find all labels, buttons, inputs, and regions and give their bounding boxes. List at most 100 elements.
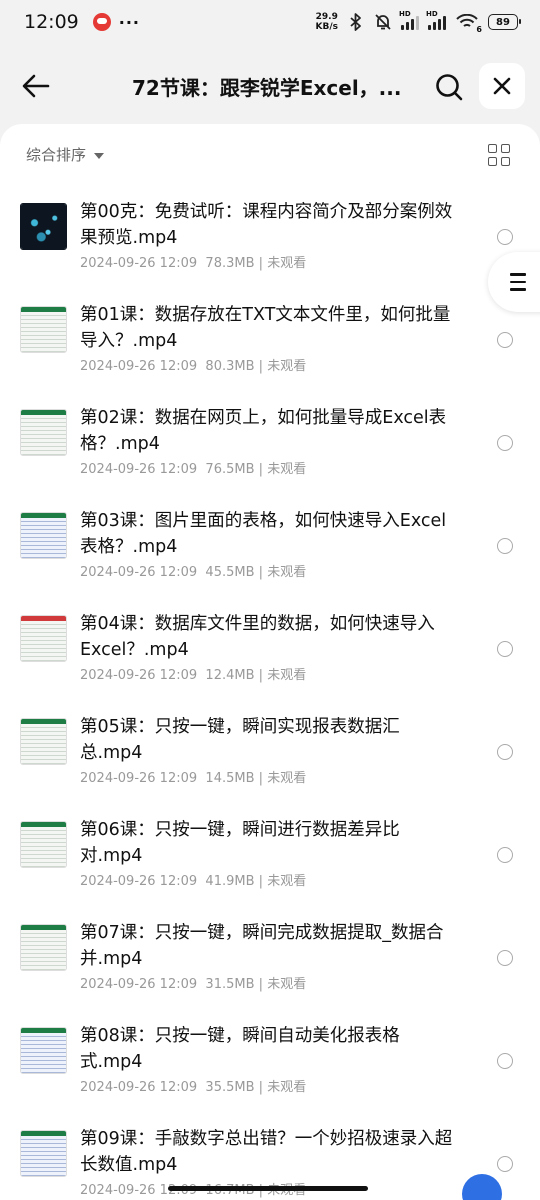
file-name: 第02课：数据在网页上，如何批量导成Excel表格？.mp4 xyxy=(80,408,447,454)
watch-status: 未观看 xyxy=(267,462,307,477)
bluetooth-icon xyxy=(347,13,365,31)
file-name: 第03课：图片里面的表格，如何快速导入Excel表格？.mp4 xyxy=(80,511,447,557)
select-radio[interactable] xyxy=(497,332,513,348)
watch-status: 未观看 xyxy=(267,874,307,889)
file-list-item[interactable]: 第03课：图片里面的表格，如何快速导入Excel表格？.mp4 2024-09-2… xyxy=(0,498,540,601)
video-thumbnail xyxy=(20,203,67,250)
meta-separator: | xyxy=(258,1080,264,1095)
file-list-item[interactable]: 第01课：数据存放在TXT文本文件里，如何批量导入？.mp4 2024-09-26… xyxy=(0,292,540,395)
video-thumbnail xyxy=(20,718,67,765)
file-size: 80.3MB xyxy=(205,359,255,374)
side-menu-handle[interactable] xyxy=(488,252,540,312)
page-title: 72节课：跟李锐学Excel，... xyxy=(132,76,402,100)
meta-separator: | xyxy=(258,462,264,477)
file-size: 78.3MB xyxy=(205,256,255,271)
video-thumbnail xyxy=(20,615,67,662)
file-size: 76.5MB xyxy=(205,462,255,477)
back-button[interactable] xyxy=(18,68,54,104)
file-list-item[interactable]: 第05课：只按一键，瞬间实现报表数据汇总.mp4 2024-09-26 12:09… xyxy=(0,704,540,807)
file-date: 2024-09-26 12:09 xyxy=(80,668,198,683)
video-thumbnail xyxy=(20,409,67,456)
file-list-item[interactable]: 第04课：数据库文件里的数据，如何快速导入Excel？.mp4 2024-09-2… xyxy=(0,601,540,704)
sort-bar: 综合排序 xyxy=(0,124,540,184)
more-notifications-icon: ··· xyxy=(118,12,140,32)
status-bar: 12:09 ··· 29.9 KB/s HD HD 6 89 xyxy=(0,0,540,44)
home-indicator[interactable] xyxy=(168,1186,368,1191)
file-name: 第04课：数据库文件里的数据，如何快速导入Excel？.mp4 xyxy=(80,614,435,660)
file-size: 31.5MB xyxy=(205,977,255,992)
meta-separator: | xyxy=(258,977,264,992)
search-icon xyxy=(436,74,463,101)
battery-level: 89 xyxy=(496,16,510,28)
file-size: 35.5MB xyxy=(205,1080,255,1095)
watch-status: 未观看 xyxy=(267,771,307,786)
search-button[interactable] xyxy=(430,68,468,106)
file-date: 2024-09-26 12:09 xyxy=(80,771,198,786)
file-meta: 2024-09-26 12:09 80.3MB | 未观看 xyxy=(80,355,306,374)
select-radio[interactable] xyxy=(497,847,513,863)
wifi-tag: 6 xyxy=(476,25,482,34)
file-size: 45.5MB xyxy=(205,565,255,580)
file-meta: 2024-09-26 12:09 14.5MB | 未观看 xyxy=(80,767,306,786)
caret-down-icon xyxy=(94,152,105,159)
watch-status: 未观看 xyxy=(267,1080,307,1095)
select-radio[interactable] xyxy=(497,1156,513,1172)
select-radio[interactable] xyxy=(497,950,513,966)
file-name: 第06课：只按一键，瞬间进行数据差异比对.mp4 xyxy=(80,820,400,866)
meta-separator: | xyxy=(258,256,264,271)
file-list-item[interactable]: 第00克：免费试听：课程内容简介及部分案例效果预览.mp4 2024-09-26 … xyxy=(0,189,540,292)
watch-status: 未观看 xyxy=(267,256,307,271)
file-name: 第08课：只按一键，瞬间自动美化报表格式.mp4 xyxy=(80,1026,400,1072)
file-size: 41.9MB xyxy=(205,874,255,889)
meta-separator: | xyxy=(258,771,264,786)
file-date: 2024-09-26 12:09 xyxy=(80,359,198,374)
grid-view-icon xyxy=(488,144,497,153)
file-meta: 2024-09-26 12:09 45.5MB | 未观看 xyxy=(80,561,306,580)
file-meta: 2024-09-26 12:09 31.5MB | 未观看 xyxy=(80,973,306,992)
network-speed: 29.9 KB/s xyxy=(316,12,338,32)
close-button[interactable] xyxy=(479,63,525,109)
watch-status: 未观看 xyxy=(267,565,307,580)
grid-view-button[interactable] xyxy=(488,144,510,166)
file-size: 14.5MB xyxy=(205,771,255,786)
file-date: 2024-09-26 12:09 xyxy=(80,256,198,271)
file-meta: 2024-09-26 12:09 41.9MB | 未观看 xyxy=(80,870,306,889)
file-list-item[interactable]: 第02课：数据在网页上，如何批量导成Excel表格？.mp4 2024-09-26… xyxy=(0,395,540,498)
menu-icon xyxy=(510,273,526,291)
file-meta: 2024-09-26 12:09 76.5MB | 未观看 xyxy=(80,458,306,477)
app-notification-icon xyxy=(92,13,111,31)
file-date: 2024-09-26 12:09 xyxy=(80,462,198,477)
file-date: 2024-09-26 12:09 xyxy=(80,874,198,889)
file-list: 第00克：免费试听：课程内容简介及部分案例效果预览.mp4 2024-09-26 … xyxy=(0,189,540,1200)
file-date: 2024-09-26 12:09 xyxy=(80,977,198,992)
file-name: 第01课：数据存放在TXT文本文件里，如何批量导入？.mp4 xyxy=(80,305,451,351)
select-radio[interactable] xyxy=(497,538,513,554)
file-list-sheet: 综合排序 第00克：免费试听：课程内容简介及部分案例效果预览.mp4 2024-0… xyxy=(0,124,540,1200)
meta-separator: | xyxy=(258,668,264,683)
file-name: 第05课：只按一键，瞬间实现报表数据汇总.mp4 xyxy=(80,717,400,763)
mute-bell-icon xyxy=(374,13,392,31)
signal-1-tag: HD xyxy=(399,10,411,18)
watch-status: 未观看 xyxy=(267,977,307,992)
cell-signal-1-icon: HD xyxy=(399,10,419,30)
file-name: 第09课：手敲数字总出错？一个妙招极速录入超长数值.mp4 xyxy=(80,1129,453,1175)
select-radio[interactable] xyxy=(497,641,513,657)
file-list-item[interactable]: 第07课：只按一键，瞬间完成数据提取_数据合并.mp4 2024-09-26 12… xyxy=(0,910,540,1013)
wifi-icon: 6 xyxy=(455,13,482,34)
signal-2-tag: HD xyxy=(426,10,438,18)
file-meta: 2024-09-26 12:09 78.3MB | 未观看 xyxy=(80,252,306,271)
video-thumbnail xyxy=(20,1130,67,1177)
video-thumbnail xyxy=(20,512,67,559)
select-radio[interactable] xyxy=(497,1053,513,1069)
file-list-item[interactable]: 第06课：只按一键，瞬间进行数据差异比对.mp4 2024-09-26 12:09… xyxy=(0,807,540,910)
app-header: 72节课：跟李锐学Excel，... xyxy=(0,56,540,116)
select-radio[interactable] xyxy=(497,744,513,760)
sort-dropdown[interactable]: 综合排序 xyxy=(26,144,105,165)
meta-separator: | xyxy=(258,565,264,580)
close-icon xyxy=(493,77,511,95)
select-radio[interactable] xyxy=(497,435,513,451)
file-meta: 2024-09-26 12:09 35.5MB | 未观看 xyxy=(80,1076,306,1095)
file-list-item[interactable]: 第08课：只按一键，瞬间自动美化报表格式.mp4 2024-09-26 12:09… xyxy=(0,1013,540,1116)
select-radio[interactable] xyxy=(497,229,513,245)
sort-label: 综合排序 xyxy=(26,146,87,164)
